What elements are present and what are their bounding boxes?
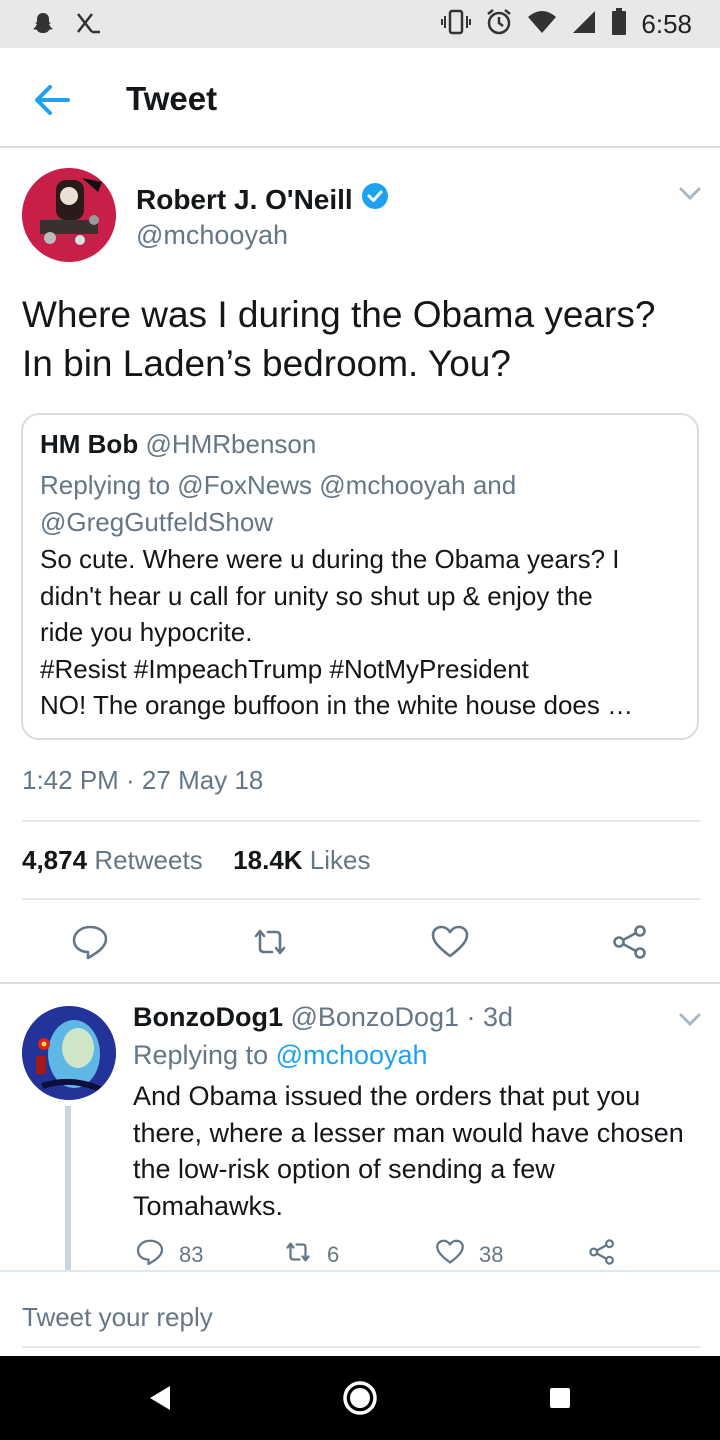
reply-input[interactable]: Tweet your reply bbox=[22, 1302, 213, 1333]
reply-count: 83 bbox=[179, 1242, 204, 1267]
author-handle[interactable]: @mchooyah bbox=[136, 220, 288, 251]
status-time: 6:58 bbox=[641, 9, 692, 39]
tweet-text: Where was I during the Obama years? In b… bbox=[22, 290, 702, 388]
nav-home-icon[interactable] bbox=[340, 1378, 380, 1418]
reply-composer: Tweet your reply bbox=[0, 1270, 720, 1356]
retweet-count: 6 bbox=[327, 1242, 340, 1267]
reply-retweet-action[interactable]: 6 bbox=[283, 1237, 339, 1273]
back-arrow-icon[interactable] bbox=[30, 78, 74, 122]
battery-icon bbox=[611, 8, 627, 41]
likes-count: 18.4K bbox=[233, 845, 303, 875]
reply-author[interactable]: BonzoDog1 @BonzoDog1 · 3d bbox=[133, 1002, 513, 1033]
app-bar: Tweet bbox=[0, 48, 720, 148]
reply-icon bbox=[135, 1237, 165, 1273]
likes-stat[interactable]: 18.4K Likes bbox=[233, 845, 370, 875]
quoted-text-line: didn't hear u call for unity so shut up … bbox=[40, 580, 593, 611]
divider bbox=[22, 820, 700, 822]
tweet-action-bar bbox=[0, 910, 720, 980]
reply-input-underline bbox=[22, 1346, 700, 1348]
tweet-text-line: In bin Laden’s bedroom. You? bbox=[22, 343, 511, 384]
snapchat-notification-icon bbox=[30, 10, 56, 41]
verified-badge-icon bbox=[361, 182, 389, 217]
retweet-icon bbox=[283, 1237, 313, 1273]
reply-share-action[interactable] bbox=[587, 1237, 617, 1273]
nav-recents-icon[interactable] bbox=[540, 1378, 580, 1418]
reply-author-name: BonzoDog1 bbox=[133, 1002, 283, 1032]
status-bar: 6:58 bbox=[0, 0, 720, 48]
chevron-down-icon[interactable] bbox=[678, 186, 702, 202]
reply-reply-action[interactable]: 83 bbox=[135, 1237, 203, 1273]
retweets-stat[interactable]: 4,874 Retweets bbox=[22, 845, 210, 875]
wifi-icon bbox=[527, 9, 557, 40]
vibrate-icon bbox=[441, 8, 472, 41]
engagement-stats: 4,874 Retweets 18.4K Likes bbox=[22, 845, 371, 876]
reply-icon[interactable] bbox=[70, 922, 110, 962]
quoted-tweet[interactable]: HM Bob @HMRbenson Replying to @FoxNews @… bbox=[21, 413, 699, 740]
divider bbox=[22, 898, 700, 900]
quoted-text: So cute. Where were u during the Obama y… bbox=[40, 541, 690, 724]
like-heart-icon[interactable] bbox=[430, 922, 470, 962]
cellular-signal-icon bbox=[571, 9, 597, 40]
quoted-replying-line: @GregGutfeldShow bbox=[40, 507, 274, 537]
quoted-replying-line: Replying to @FoxNews @mchooyah and bbox=[40, 470, 517, 500]
likes-label: Likes bbox=[309, 845, 371, 875]
reply-text-line: the low-risk option of sending a few bbox=[133, 1154, 555, 1184]
x-notification-icon bbox=[74, 10, 102, 41]
share-icon[interactable] bbox=[610, 922, 650, 962]
reply-author-avatar[interactable] bbox=[22, 1006, 116, 1100]
reply-text-line: there, where a lesser man would have cho… bbox=[133, 1117, 684, 1148]
reply-tweet[interactable]: BonzoDog1 @BonzoDog1 · 3d Replying to @m… bbox=[0, 984, 720, 1274]
retweet-icon[interactable] bbox=[250, 922, 290, 962]
author-name-row[interactable]: Robert J. O'Neill bbox=[136, 182, 389, 217]
reply-like-action[interactable]: 38 bbox=[435, 1237, 503, 1273]
retweets-label: Retweets bbox=[94, 845, 203, 875]
retweets-count: 4,874 bbox=[22, 845, 88, 875]
reply-text-line: And Obama issued the orders that put you bbox=[133, 1081, 641, 1111]
author-name[interactable]: Robert J. O'Neill bbox=[136, 184, 353, 216]
chevron-down-icon[interactable] bbox=[678, 1012, 702, 1028]
system-nav-bar bbox=[0, 1356, 720, 1440]
share-icon bbox=[587, 1237, 617, 1273]
tweet-timestamp: 1:42 PM · 27 May 18 bbox=[22, 765, 264, 795]
quoted-replying-to: Replying to @FoxNews @mchooyah and @Greg… bbox=[40, 467, 680, 541]
alarm-icon bbox=[485, 8, 513, 41]
quoted-text-line: NO! The orange buffoon in the white hous… bbox=[40, 690, 634, 721]
quoted-text-line: ride you hypocrite. bbox=[40, 617, 253, 648]
reply-replying-to: Replying to @mchooyah bbox=[133, 1040, 428, 1071]
tweet-text-line: Where was I during the Obama years? bbox=[22, 294, 656, 335]
like-heart-icon bbox=[435, 1237, 465, 1273]
reply-text: And Obama issued the orders that put you… bbox=[133, 1078, 703, 1224]
page-title: Tweet bbox=[126, 80, 218, 117]
thread-line bbox=[65, 1106, 71, 1274]
quoted-author-handle: @HMRbenson bbox=[145, 429, 317, 459]
author-avatar[interactable] bbox=[22, 168, 116, 262]
quoted-text-line: So cute. Where were u during the Obama y… bbox=[40, 544, 620, 574]
reply-author-meta: @BonzoDog1 · 3d bbox=[282, 1002, 514, 1032]
reply-action-bar: 83 6 38 bbox=[133, 1237, 713, 1273]
nav-back-icon[interactable] bbox=[140, 1378, 180, 1418]
quoted-author: HM Bob @HMRbenson bbox=[40, 429, 316, 460]
quoted-author-name: HM Bob bbox=[40, 429, 139, 459]
quoted-text-line: #Resist #ImpeachTrump #NotMyPresident bbox=[40, 653, 529, 684]
replying-to-mention[interactable]: @mchooyah bbox=[276, 1040, 428, 1070]
replying-to-prefix: Replying to bbox=[133, 1040, 276, 1070]
reply-text-line: Tomahawks. bbox=[133, 1190, 284, 1221]
like-count: 38 bbox=[479, 1242, 504, 1267]
